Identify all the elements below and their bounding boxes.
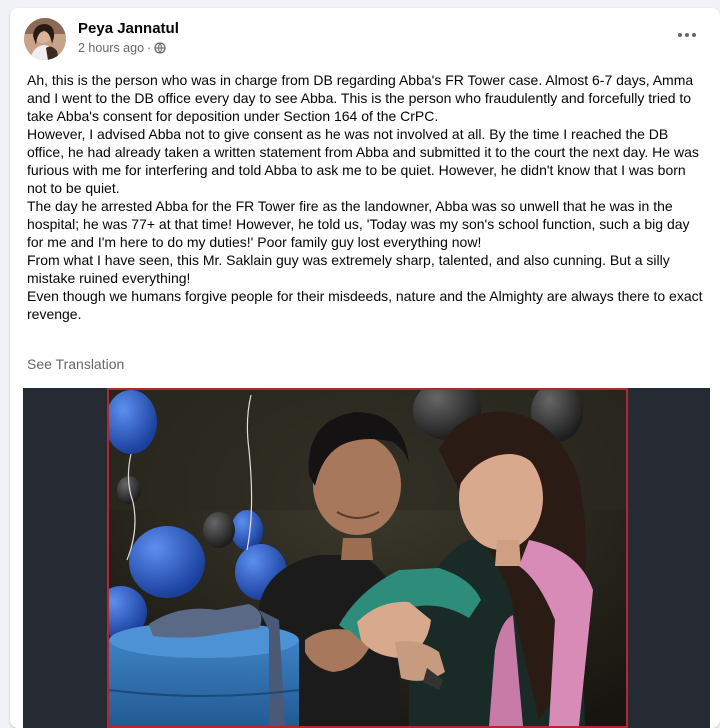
more-options-icon[interactable] xyxy=(674,28,700,42)
globe-icon[interactable] xyxy=(154,42,166,54)
more-dot xyxy=(685,33,689,37)
post-text: Ah, this is the person who was in charge… xyxy=(27,71,707,323)
meta-separator: · xyxy=(147,41,152,55)
post-paragraph: However, I advised Abba not to give cons… xyxy=(27,126,699,196)
author-name[interactable]: Peya Jannatul xyxy=(78,20,179,37)
post-timestamp[interactable]: 2 hours ago xyxy=(78,41,144,55)
post-paragraph: Ah, this is the person who was in charge… xyxy=(27,72,694,124)
post-paragraph: From what I have seen, this Mr. Saklain … xyxy=(27,252,670,286)
post-photo[interactable] xyxy=(107,388,628,728)
post-photo-container[interactable] xyxy=(23,388,710,728)
author-avatar[interactable] xyxy=(24,18,66,60)
post-meta: 2 hours ago · xyxy=(78,41,166,55)
avatar-image xyxy=(24,18,66,60)
post-paragraph: The day he arrested Abba for the FR Towe… xyxy=(27,198,690,250)
see-translation-link[interactable]: See Translation xyxy=(27,356,124,372)
post-card: Peya Jannatul 2 hours ago · Ah, this is … xyxy=(10,8,720,728)
post-paragraph: Even though we humans forgive people for… xyxy=(27,288,703,322)
celebration-photo-illustration xyxy=(109,390,626,726)
more-dot xyxy=(678,33,682,37)
more-dot xyxy=(692,33,696,37)
